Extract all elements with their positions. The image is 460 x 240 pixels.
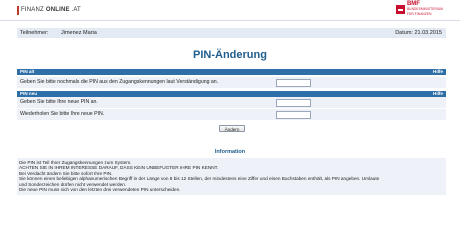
old-pin-label: Geben Sie bitte nochmals die PIN aus den… [20, 79, 219, 85]
repeat-pin-input[interactable] [276, 111, 311, 119]
bmf-subtitle-2: FÜR FINANZEN [406, 12, 432, 16]
page-title: PIN-Änderung [193, 49, 267, 61]
new-pin-label: Geben Sie bitte Ihre neue PIN an. [20, 99, 98, 105]
change-pin-button[interactable]: Ändern [219, 125, 245, 132]
finanzonline-logo[interactable]: FINANZ ONLINE .AT [17, 6, 81, 15]
help-link-pin-old[interactable]: Hilfe [433, 69, 443, 75]
user-info-bar: Teilnehmer: Jimenez Maria Datum: 21.03.2… [17, 28, 446, 38]
information-box: Die PIN ist Teil Ihrer Zugangskennungen … [17, 158, 446, 195]
info-line: Die neue PIN muss sich von den letzten d… [19, 187, 181, 192]
new-pin-input[interactable] [276, 99, 311, 107]
information-title: Information [214, 149, 246, 155]
participant-label: Teilnehmer: [20, 30, 49, 36]
row-new-pin: Geben Sie bitte Ihre neue PIN an. [17, 97, 446, 108]
row-old-pin: Geben Sie bitte nochmals die PIN aus den… [17, 77, 446, 88]
section-title-pin-old: PIN alt [20, 69, 35, 74]
bmf-wordmark: BMF BUNDESMINISTERIUM FÜR FINANZEN [406, 1, 443, 17]
section-header-pin-old: PIN alt Hilfe [17, 69, 446, 75]
date-display: Datum: 21.03.2015 [395, 30, 442, 36]
bmf-flag-icon [395, 5, 405, 14]
logo-text-part1: FINANZ [21, 7, 44, 13]
logo-text-part2: ONLINE [45, 7, 70, 13]
row-repeat-pin: Wiederholen Sie bitte Ihre neue PIN. [17, 109, 446, 120]
bmf-logo: BMF BUNDESMINISTERIUM FÜR FINANZEN [395, 1, 443, 17]
page: FINANZ ONLINE .AT BMF BUNDESMINISTERIUM FÜ… [0, 0, 460, 230]
logo-mark-icon [17, 6, 19, 15]
participant-name: Jimenez Maria [61, 30, 97, 36]
old-pin-input[interactable] [276, 79, 311, 87]
header: FINANZ ONLINE .AT BMF BUNDESMINISTERIUM FÜ… [0, 0, 460, 21]
repeat-pin-label: Wiederholen Sie bitte Ihre neue PIN. [20, 111, 105, 117]
logo-text-part3: .AT [71, 7, 81, 13]
